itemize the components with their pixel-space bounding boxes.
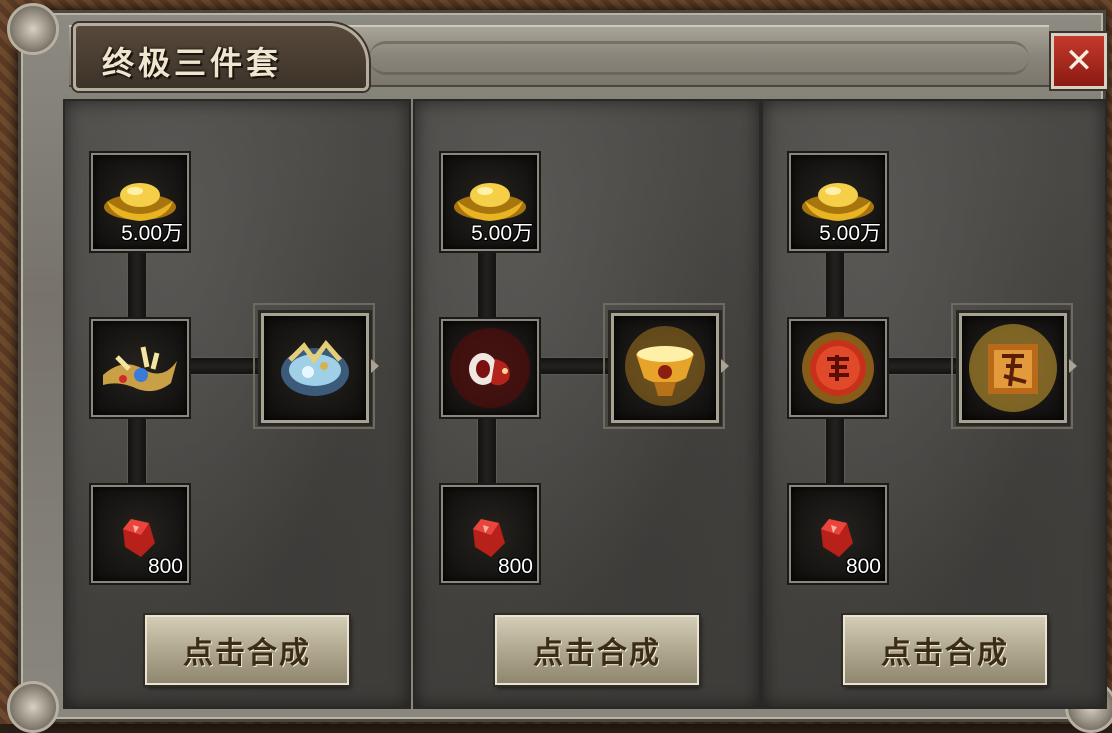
- gem-cost-slot[interactable]: 800: [441, 485, 539, 583]
- craft-button-label: 点击合成: [183, 636, 311, 671]
- gem-cost-slot[interactable]: 800: [789, 485, 887, 583]
- jeweled-crown-icon: [281, 340, 349, 396]
- craft-button[interactable]: 点击合成: [843, 615, 1047, 685]
- craft-button[interactable]: 点击合成: [145, 615, 349, 685]
- soul-orb-icon: [802, 332, 874, 404]
- gem-cost-amount: 800: [845, 555, 881, 578]
- gold-cost-slot[interactable]: 5.00万: [441, 153, 539, 251]
- gold-cost-amount: 5.00万: [121, 222, 183, 245]
- gold-cost-slot[interactable]: 5.00万: [91, 153, 189, 251]
- chevron-right-icon: [371, 359, 379, 373]
- window-title: 终极三件套: [102, 44, 283, 82]
- glowing-rune-icon: [969, 324, 1057, 412]
- gem-cost-amount: 800: [497, 555, 533, 578]
- craft-button-label: 点击合成: [881, 636, 1009, 671]
- corner-ornament: [7, 3, 59, 55]
- scroll-ornament: [369, 41, 1029, 75]
- craft-button-label: 点击合成: [533, 636, 661, 671]
- result-slot[interactable]: [261, 313, 369, 423]
- recipe-panel: 5.00万 800 点击合成: [761, 99, 1107, 709]
- recipe-panel: 5.00万 800 点击合成: [413, 99, 761, 709]
- ingredient-slot[interactable]: [441, 319, 539, 417]
- gold-cost-amount: 5.00万: [819, 222, 881, 245]
- close-button[interactable]: ✕: [1051, 33, 1107, 89]
- ingredient-slot[interactable]: [789, 319, 887, 417]
- golden-ornate-ring-icon: [103, 346, 177, 392]
- gold-cost-amount: 5.00万: [471, 222, 533, 245]
- title-tab: 终极三件套: [73, 23, 369, 91]
- close-icon: ✕: [1064, 41, 1094, 81]
- craft-button[interactable]: 点击合成: [495, 615, 699, 685]
- golden-goblet-icon: [625, 326, 705, 406]
- synthesis-window: 终极三件套 ✕ 5.00万 800 点击合成 5.00万 800 点击合成 5.…: [7, 3, 1112, 733]
- recipe-panel: 5.00万 800 点击合成: [63, 99, 411, 709]
- result-slot[interactable]: [959, 313, 1067, 423]
- result-slot[interactable]: [611, 313, 719, 423]
- red-dragon-ring-icon: [450, 328, 530, 408]
- recipe-panels: 5.00万 800 点击合成 5.00万 800 点击合成 5.00万 800 …: [63, 99, 1107, 709]
- chevron-right-icon: [721, 359, 729, 373]
- gold-cost-slot[interactable]: 5.00万: [789, 153, 887, 251]
- gem-cost-amount: 800: [147, 555, 183, 578]
- ingredient-slot[interactable]: [91, 319, 189, 417]
- corner-ornament: [7, 681, 59, 733]
- chevron-right-icon: [1069, 359, 1077, 373]
- gem-cost-slot[interactable]: 800: [91, 485, 189, 583]
